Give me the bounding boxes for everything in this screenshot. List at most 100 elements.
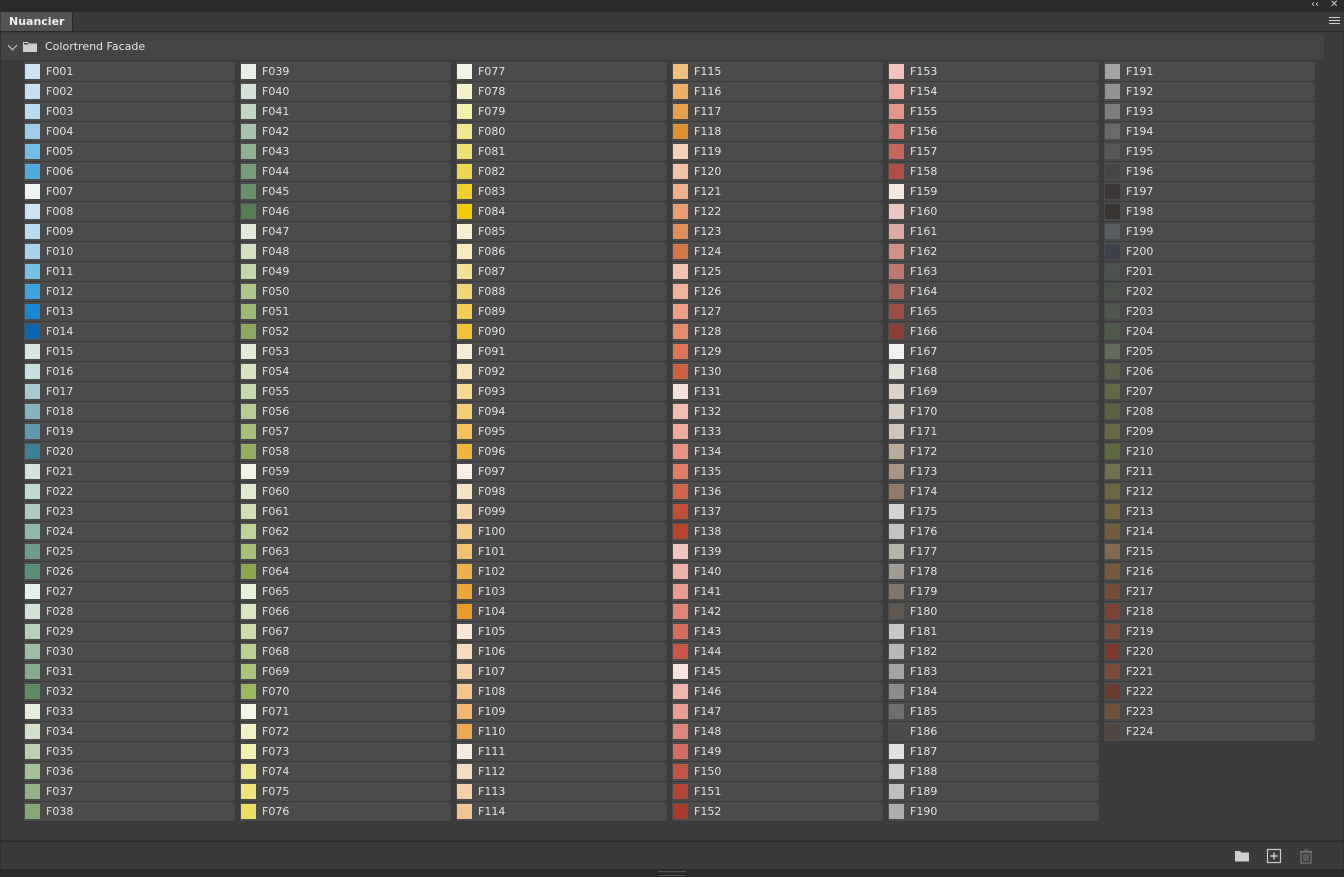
swatch-item[interactable]: F136 (672, 482, 883, 502)
swatch-item[interactable]: F188 (888, 762, 1099, 782)
swatch-item[interactable]: F010 (24, 242, 235, 262)
swatch-item[interactable]: F143 (672, 622, 883, 642)
swatch-item[interactable]: F222 (1104, 682, 1315, 702)
swatch-item[interactable]: F025 (24, 542, 235, 562)
swatch-item[interactable]: F101 (456, 542, 667, 562)
swatch-item[interactable]: F085 (456, 222, 667, 242)
swatch-item[interactable]: F210 (1104, 442, 1315, 462)
swatch-item[interactable]: F120 (672, 162, 883, 182)
swatch-item[interactable]: F035 (24, 742, 235, 762)
swatch-item[interactable]: F153 (888, 62, 1099, 82)
swatch-item[interactable]: F197 (1104, 182, 1315, 202)
swatch-item[interactable]: F116 (672, 82, 883, 102)
panel-menu-icon[interactable] (1329, 15, 1340, 27)
swatch-item[interactable]: F224 (1104, 722, 1315, 742)
swatch-item[interactable]: F205 (1104, 342, 1315, 362)
tab-nuancier[interactable]: Nuancier (1, 12, 74, 31)
new-swatch-icon[interactable] (1266, 848, 1282, 864)
swatch-item[interactable]: F057 (240, 422, 451, 442)
swatch-item[interactable]: F113 (456, 782, 667, 802)
swatch-item[interactable]: F166 (888, 322, 1099, 342)
swatch-item[interactable]: F060 (240, 482, 451, 502)
swatch-item[interactable]: F184 (888, 682, 1099, 702)
swatch-item[interactable]: F137 (672, 502, 883, 522)
swatch-item[interactable]: F161 (888, 222, 1099, 242)
swatch-item[interactable]: F110 (456, 722, 667, 742)
swatch-item[interactable]: F123 (672, 222, 883, 242)
swatch-item[interactable]: F219 (1104, 622, 1315, 642)
swatch-item[interactable]: F099 (456, 502, 667, 522)
swatch-item[interactable]: F169 (888, 382, 1099, 402)
swatch-item[interactable]: F036 (24, 762, 235, 782)
swatch-item[interactable]: F209 (1104, 422, 1315, 442)
swatch-item[interactable]: F182 (888, 642, 1099, 662)
swatch-item[interactable]: F063 (240, 542, 451, 562)
swatch-item[interactable]: F073 (240, 742, 451, 762)
swatch-item[interactable]: F117 (672, 102, 883, 122)
swatch-item[interactable]: F089 (456, 302, 667, 322)
swatch-item[interactable]: F138 (672, 522, 883, 542)
trash-icon[interactable] (1298, 848, 1314, 864)
swatch-item[interactable]: F077 (456, 62, 667, 82)
swatch-item[interactable]: F047 (240, 222, 451, 242)
swatch-item[interactable]: F087 (456, 262, 667, 282)
swatch-item[interactable]: F211 (1104, 462, 1315, 482)
swatch-item[interactable]: F159 (888, 182, 1099, 202)
swatch-item[interactable]: F004 (24, 122, 235, 142)
swatch-item[interactable]: F139 (672, 542, 883, 562)
swatch-item[interactable]: F206 (1104, 362, 1315, 382)
swatch-item[interactable]: F009 (24, 222, 235, 242)
swatch-item[interactable]: F006 (24, 162, 235, 182)
swatch-item[interactable]: F124 (672, 242, 883, 262)
swatch-item[interactable]: F071 (240, 702, 451, 722)
swatch-item[interactable]: F130 (672, 362, 883, 382)
swatch-item[interactable]: F164 (888, 282, 1099, 302)
swatch-item[interactable]: F042 (240, 122, 451, 142)
swatch-item[interactable]: F200 (1104, 242, 1315, 262)
swatch-item[interactable]: F214 (1104, 522, 1315, 542)
swatch-item[interactable]: F027 (24, 582, 235, 602)
swatch-item[interactable]: F082 (456, 162, 667, 182)
swatch-item[interactable]: F168 (888, 362, 1099, 382)
swatch-item[interactable]: F090 (456, 322, 667, 342)
swatch-item[interactable]: F125 (672, 262, 883, 282)
swatch-item[interactable]: F146 (672, 682, 883, 702)
swatch-item[interactable]: F030 (24, 642, 235, 662)
swatch-item[interactable]: F149 (672, 742, 883, 762)
swatch-item[interactable]: F217 (1104, 582, 1315, 602)
swatch-item[interactable]: F173 (888, 462, 1099, 482)
swatch-item[interactable]: F002 (24, 82, 235, 102)
swatch-item[interactable]: F068 (240, 642, 451, 662)
swatch-item[interactable]: F022 (24, 482, 235, 502)
scrollbar[interactable] (1326, 34, 1342, 838)
collapse-panel-icon[interactable]: ‹‹ (1311, 0, 1319, 12)
swatch-item[interactable]: F190 (888, 802, 1099, 822)
swatch-item[interactable]: F151 (672, 782, 883, 802)
swatch-item[interactable]: F069 (240, 662, 451, 682)
swatch-item[interactable]: F108 (456, 682, 667, 702)
swatch-item[interactable]: F029 (24, 622, 235, 642)
swatch-item[interactable]: F195 (1104, 142, 1315, 162)
swatch-item[interactable]: F179 (888, 582, 1099, 602)
swatch-item[interactable]: F061 (240, 502, 451, 522)
swatch-item[interactable]: F058 (240, 442, 451, 462)
swatch-item[interactable]: F095 (456, 422, 667, 442)
swatch-item[interactable]: F178 (888, 562, 1099, 582)
swatch-item[interactable]: F180 (888, 602, 1099, 622)
swatch-item[interactable]: F213 (1104, 502, 1315, 522)
swatch-item[interactable]: F091 (456, 342, 667, 362)
swatch-item[interactable]: F186 (888, 722, 1099, 742)
swatch-item[interactable]: F041 (240, 102, 451, 122)
swatch-item[interactable]: F011 (24, 262, 235, 282)
swatch-item[interactable]: F079 (456, 102, 667, 122)
swatch-item[interactable]: F223 (1104, 702, 1315, 722)
swatch-item[interactable]: F185 (888, 702, 1099, 722)
swatch-item[interactable]: F216 (1104, 562, 1315, 582)
swatch-item[interactable]: F039 (240, 62, 451, 82)
swatch-item[interactable]: F104 (456, 602, 667, 622)
swatch-item[interactable]: F132 (672, 402, 883, 422)
swatch-item[interactable]: F066 (240, 602, 451, 622)
swatch-item[interactable]: F014 (24, 322, 235, 342)
swatch-item[interactable]: F084 (456, 202, 667, 222)
swatch-item[interactable]: F105 (456, 622, 667, 642)
